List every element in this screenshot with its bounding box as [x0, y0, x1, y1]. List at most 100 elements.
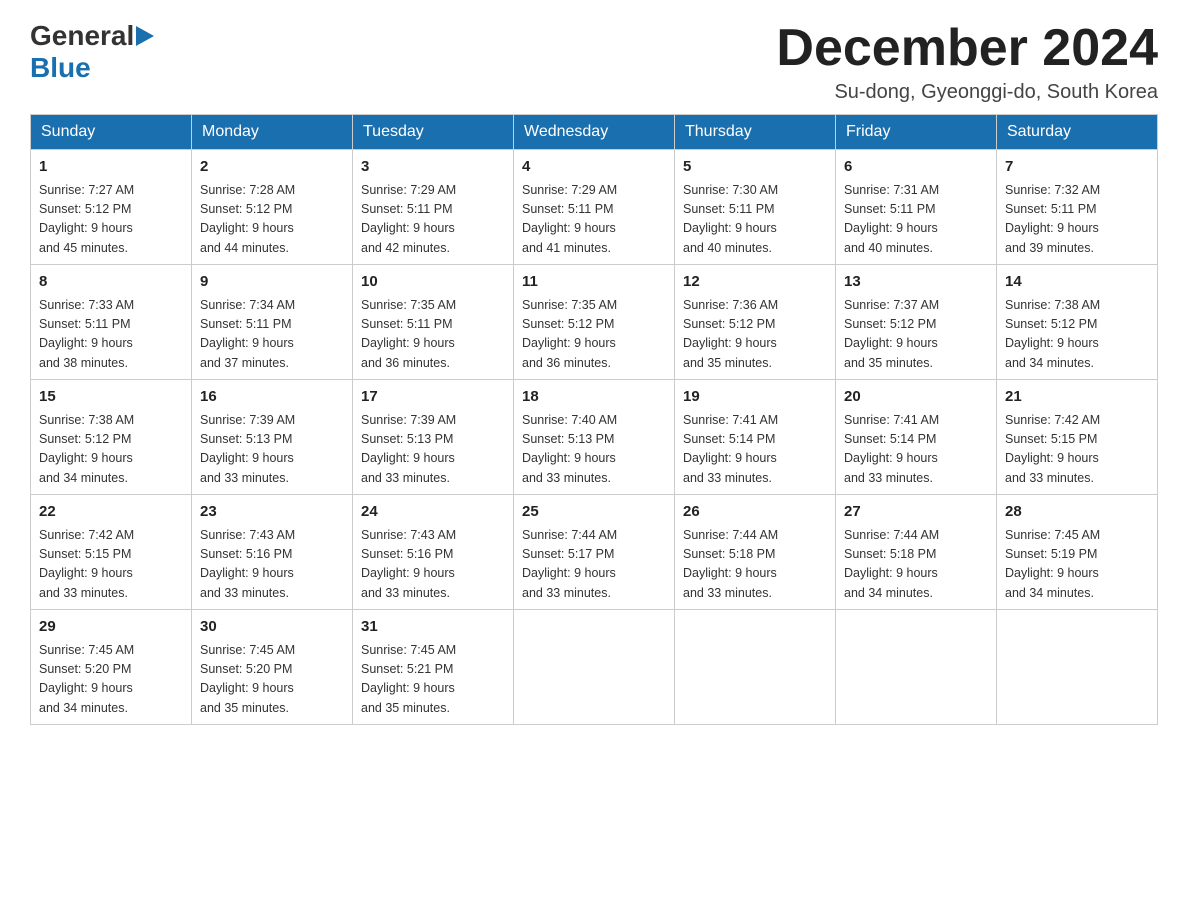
day-info: Sunrise: 7:42 AMSunset: 5:15 PMDaylight:…: [39, 526, 183, 604]
day-info: Sunrise: 7:43 AMSunset: 5:16 PMDaylight:…: [200, 526, 344, 604]
calendar-cell: 23Sunrise: 7:43 AMSunset: 5:16 PMDayligh…: [192, 495, 353, 610]
day-number: 2: [200, 156, 344, 179]
weekday-header-monday: Monday: [192, 115, 353, 150]
calendar-week-row: 15Sunrise: 7:38 AMSunset: 5:12 PMDayligh…: [31, 380, 1158, 495]
day-number: 6: [844, 156, 988, 179]
day-number: 21: [1005, 386, 1149, 409]
logo-general-text: General: [30, 20, 134, 52]
day-info: Sunrise: 7:38 AMSunset: 5:12 PMDaylight:…: [39, 411, 183, 489]
day-number: 29: [39, 616, 183, 639]
calendar-cell: [675, 610, 836, 725]
day-number: 25: [522, 501, 666, 524]
calendar-cell: 8Sunrise: 7:33 AMSunset: 5:11 PMDaylight…: [31, 265, 192, 380]
day-number: 28: [1005, 501, 1149, 524]
calendar-week-row: 1Sunrise: 7:27 AMSunset: 5:12 PMDaylight…: [31, 150, 1158, 265]
day-number: 23: [200, 501, 344, 524]
day-info: Sunrise: 7:31 AMSunset: 5:11 PMDaylight:…: [844, 181, 988, 259]
calendar-week-row: 22Sunrise: 7:42 AMSunset: 5:15 PMDayligh…: [31, 495, 1158, 610]
day-info: Sunrise: 7:35 AMSunset: 5:11 PMDaylight:…: [361, 296, 505, 374]
day-info: Sunrise: 7:40 AMSunset: 5:13 PMDaylight:…: [522, 411, 666, 489]
day-info: Sunrise: 7:43 AMSunset: 5:16 PMDaylight:…: [361, 526, 505, 604]
day-number: 17: [361, 386, 505, 409]
day-info: Sunrise: 7:45 AMSunset: 5:21 PMDaylight:…: [361, 641, 505, 719]
calendar-week-row: 29Sunrise: 7:45 AMSunset: 5:20 PMDayligh…: [31, 610, 1158, 725]
calendar-cell: 1Sunrise: 7:27 AMSunset: 5:12 PMDaylight…: [31, 150, 192, 265]
calendar-cell: 11Sunrise: 7:35 AMSunset: 5:12 PMDayligh…: [514, 265, 675, 380]
calendar-cell: 2Sunrise: 7:28 AMSunset: 5:12 PMDaylight…: [192, 150, 353, 265]
day-info: Sunrise: 7:44 AMSunset: 5:17 PMDaylight:…: [522, 526, 666, 604]
weekday-header-sunday: Sunday: [31, 115, 192, 150]
weekday-header-thursday: Thursday: [675, 115, 836, 150]
weekday-header-wednesday: Wednesday: [514, 115, 675, 150]
calendar-cell: 14Sunrise: 7:38 AMSunset: 5:12 PMDayligh…: [997, 265, 1158, 380]
weekday-header-saturday: Saturday: [997, 115, 1158, 150]
calendar-cell: 21Sunrise: 7:42 AMSunset: 5:15 PMDayligh…: [997, 380, 1158, 495]
day-number: 14: [1005, 271, 1149, 294]
day-info: Sunrise: 7:30 AMSunset: 5:11 PMDaylight:…: [683, 181, 827, 259]
day-info: Sunrise: 7:29 AMSunset: 5:11 PMDaylight:…: [522, 181, 666, 259]
day-info: Sunrise: 7:41 AMSunset: 5:14 PMDaylight:…: [844, 411, 988, 489]
day-number: 4: [522, 156, 666, 179]
day-info: Sunrise: 7:37 AMSunset: 5:12 PMDaylight:…: [844, 296, 988, 374]
day-info: Sunrise: 7:39 AMSunset: 5:13 PMDaylight:…: [361, 411, 505, 489]
day-number: 26: [683, 501, 827, 524]
calendar-cell: 9Sunrise: 7:34 AMSunset: 5:11 PMDaylight…: [192, 265, 353, 380]
day-info: Sunrise: 7:42 AMSunset: 5:15 PMDaylight:…: [1005, 411, 1149, 489]
day-number: 15: [39, 386, 183, 409]
day-number: 11: [522, 271, 666, 294]
calendar-cell: 13Sunrise: 7:37 AMSunset: 5:12 PMDayligh…: [836, 265, 997, 380]
calendar-cell: 6Sunrise: 7:31 AMSunset: 5:11 PMDaylight…: [836, 150, 997, 265]
calendar-cell: [514, 610, 675, 725]
calendar-cell: 29Sunrise: 7:45 AMSunset: 5:20 PMDayligh…: [31, 610, 192, 725]
day-info: Sunrise: 7:29 AMSunset: 5:11 PMDaylight:…: [361, 181, 505, 259]
calendar-cell: 26Sunrise: 7:44 AMSunset: 5:18 PMDayligh…: [675, 495, 836, 610]
calendar-cell: 24Sunrise: 7:43 AMSunset: 5:16 PMDayligh…: [353, 495, 514, 610]
day-number: 1: [39, 156, 183, 179]
month-title: December 2024: [776, 20, 1158, 77]
day-number: 24: [361, 501, 505, 524]
logo-blue-text: Blue: [30, 52, 91, 84]
calendar-cell: 17Sunrise: 7:39 AMSunset: 5:13 PMDayligh…: [353, 380, 514, 495]
calendar-table: SundayMondayTuesdayWednesdayThursdayFrid…: [30, 114, 1158, 725]
day-info: Sunrise: 7:35 AMSunset: 5:12 PMDaylight:…: [522, 296, 666, 374]
day-number: 20: [844, 386, 988, 409]
calendar-cell: 7Sunrise: 7:32 AMSunset: 5:11 PMDaylight…: [997, 150, 1158, 265]
day-number: 31: [361, 616, 505, 639]
day-info: Sunrise: 7:36 AMSunset: 5:12 PMDaylight:…: [683, 296, 827, 374]
calendar-cell: 30Sunrise: 7:45 AMSunset: 5:20 PMDayligh…: [192, 610, 353, 725]
day-info: Sunrise: 7:33 AMSunset: 5:11 PMDaylight:…: [39, 296, 183, 374]
day-number: 10: [361, 271, 505, 294]
calendar-cell: 31Sunrise: 7:45 AMSunset: 5:21 PMDayligh…: [353, 610, 514, 725]
calendar-cell: 28Sunrise: 7:45 AMSunset: 5:19 PMDayligh…: [997, 495, 1158, 610]
day-number: 16: [200, 386, 344, 409]
day-number: 8: [39, 271, 183, 294]
day-number: 18: [522, 386, 666, 409]
calendar-cell: 10Sunrise: 7:35 AMSunset: 5:11 PMDayligh…: [353, 265, 514, 380]
logo-line1: General: [30, 20, 154, 52]
day-info: Sunrise: 7:32 AMSunset: 5:11 PMDaylight:…: [1005, 181, 1149, 259]
day-number: 3: [361, 156, 505, 179]
calendar-week-row: 8Sunrise: 7:33 AMSunset: 5:11 PMDaylight…: [31, 265, 1158, 380]
weekday-header-tuesday: Tuesday: [353, 115, 514, 150]
location-subtitle: Su-dong, Gyeonggi-do, South Korea: [776, 81, 1158, 104]
day-info: Sunrise: 7:39 AMSunset: 5:13 PMDaylight:…: [200, 411, 344, 489]
calendar-cell: 20Sunrise: 7:41 AMSunset: 5:14 PMDayligh…: [836, 380, 997, 495]
calendar-cell: [997, 610, 1158, 725]
day-info: Sunrise: 7:27 AMSunset: 5:12 PMDaylight:…: [39, 181, 183, 259]
day-info: Sunrise: 7:44 AMSunset: 5:18 PMDaylight:…: [844, 526, 988, 604]
weekday-header-friday: Friday: [836, 115, 997, 150]
logo: General Blue: [30, 20, 154, 84]
day-info: Sunrise: 7:38 AMSunset: 5:12 PMDaylight:…: [1005, 296, 1149, 374]
day-info: Sunrise: 7:44 AMSunset: 5:18 PMDaylight:…: [683, 526, 827, 604]
calendar-cell: 15Sunrise: 7:38 AMSunset: 5:12 PMDayligh…: [31, 380, 192, 495]
day-number: 19: [683, 386, 827, 409]
day-number: 7: [1005, 156, 1149, 179]
day-info: Sunrise: 7:34 AMSunset: 5:11 PMDaylight:…: [200, 296, 344, 374]
day-number: 22: [39, 501, 183, 524]
calendar-cell: 22Sunrise: 7:42 AMSunset: 5:15 PMDayligh…: [31, 495, 192, 610]
calendar-cell: 3Sunrise: 7:29 AMSunset: 5:11 PMDaylight…: [353, 150, 514, 265]
logo-arrow-icon: [136, 25, 154, 47]
day-number: 5: [683, 156, 827, 179]
day-info: Sunrise: 7:45 AMSunset: 5:20 PMDaylight:…: [39, 641, 183, 719]
day-number: 27: [844, 501, 988, 524]
